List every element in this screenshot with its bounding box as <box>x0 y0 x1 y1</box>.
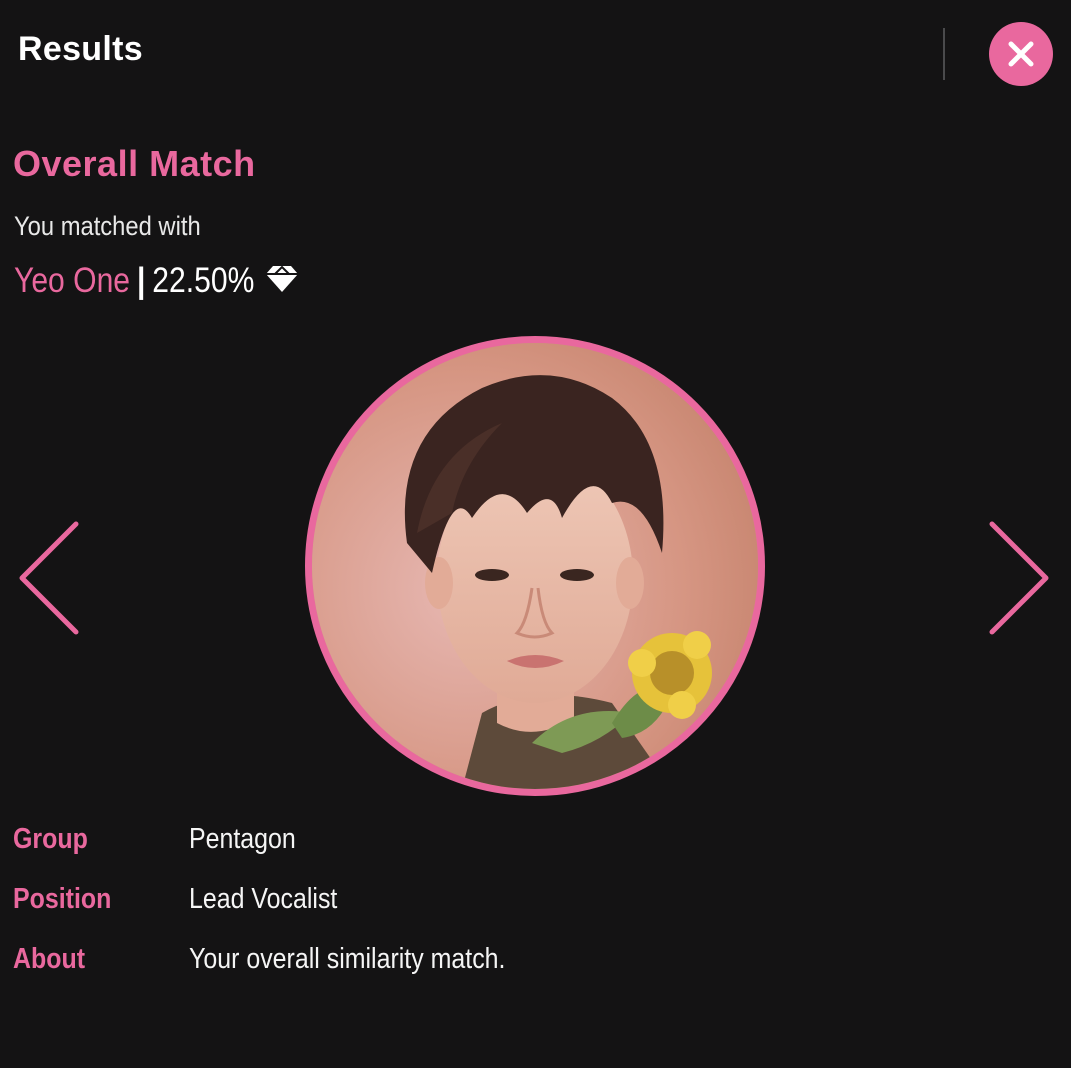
chevron-right-icon <box>989 521 1049 635</box>
detail-value-group: Pentagon <box>189 823 296 855</box>
matched-with-label: You matched with <box>14 211 201 241</box>
diamond-icon <box>266 265 298 292</box>
match-percent: 22.50% <box>152 261 255 300</box>
detail-value-position: Lead Vocalist <box>189 883 338 915</box>
detail-label-group: Group <box>13 823 88 855</box>
match-result: Yeo One | 22.50% <box>14 261 254 301</box>
close-icon <box>1008 41 1034 67</box>
match-separator: | <box>136 261 146 300</box>
detail-value-about: Your overall similarity match. <box>189 943 506 975</box>
match-name: Yeo One <box>14 261 131 300</box>
portrait-image <box>312 343 758 789</box>
avatar <box>305 336 765 796</box>
next-match-button[interactable] <box>988 520 1052 636</box>
previous-match-button[interactable] <box>16 520 80 636</box>
page-title: Results <box>18 30 143 68</box>
detail-label-about: About <box>13 943 86 975</box>
overall-match-heading: Overall Match <box>13 143 256 184</box>
chevron-left-icon <box>19 521 79 635</box>
detail-label-position: Position <box>13 883 112 915</box>
header-divider <box>943 28 945 80</box>
close-button[interactable] <box>989 22 1053 86</box>
